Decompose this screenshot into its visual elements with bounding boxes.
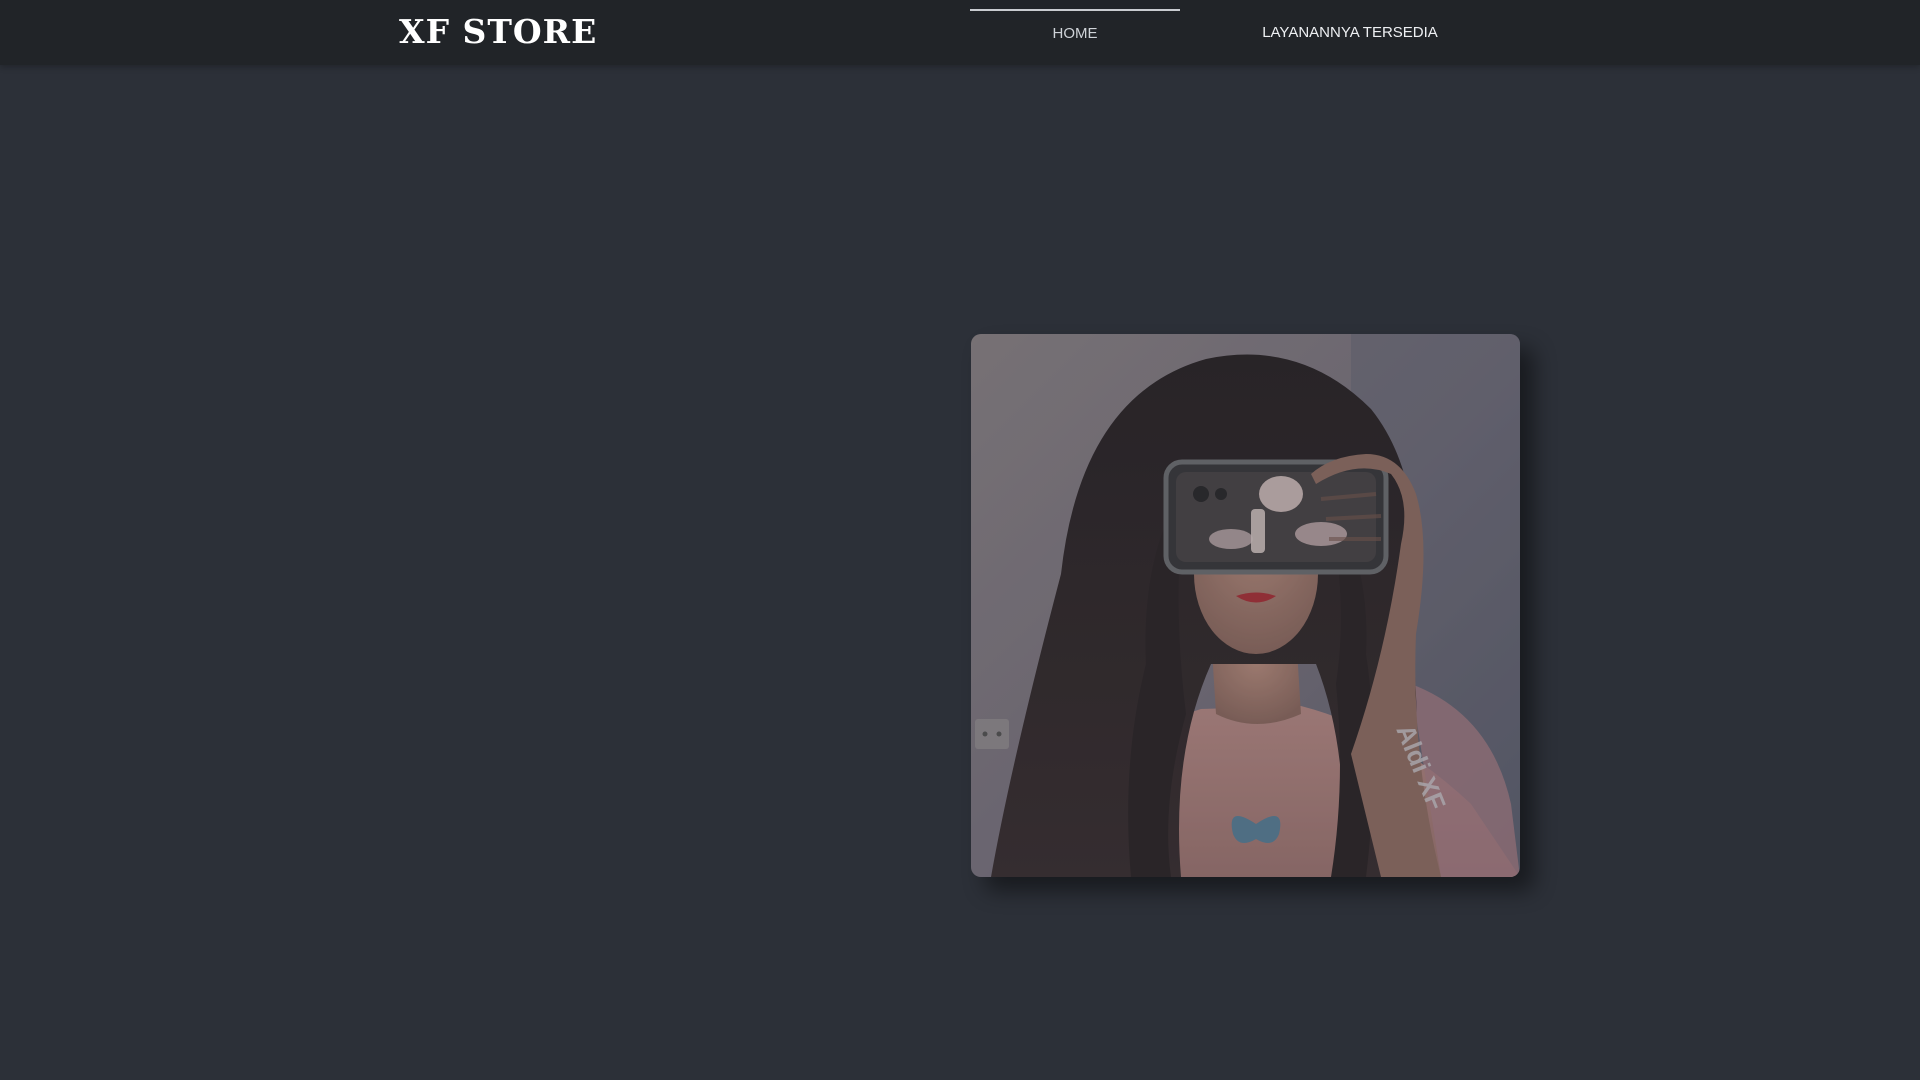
nav-services-link[interactable]: LAYANANNYA TERSEDIA — [1240, 10, 1460, 56]
brand-logo[interactable]: XF STORE — [399, 10, 597, 54]
nav-home-link[interactable]: HOME — [970, 9, 1180, 57]
hero-photo: Aldi XF — [971, 334, 1520, 877]
navbar: XF STORE HOME LAYANANNYA TERSEDIA — [0, 0, 1920, 65]
selfie-photo-illustration: Aldi XF — [971, 334, 1520, 877]
